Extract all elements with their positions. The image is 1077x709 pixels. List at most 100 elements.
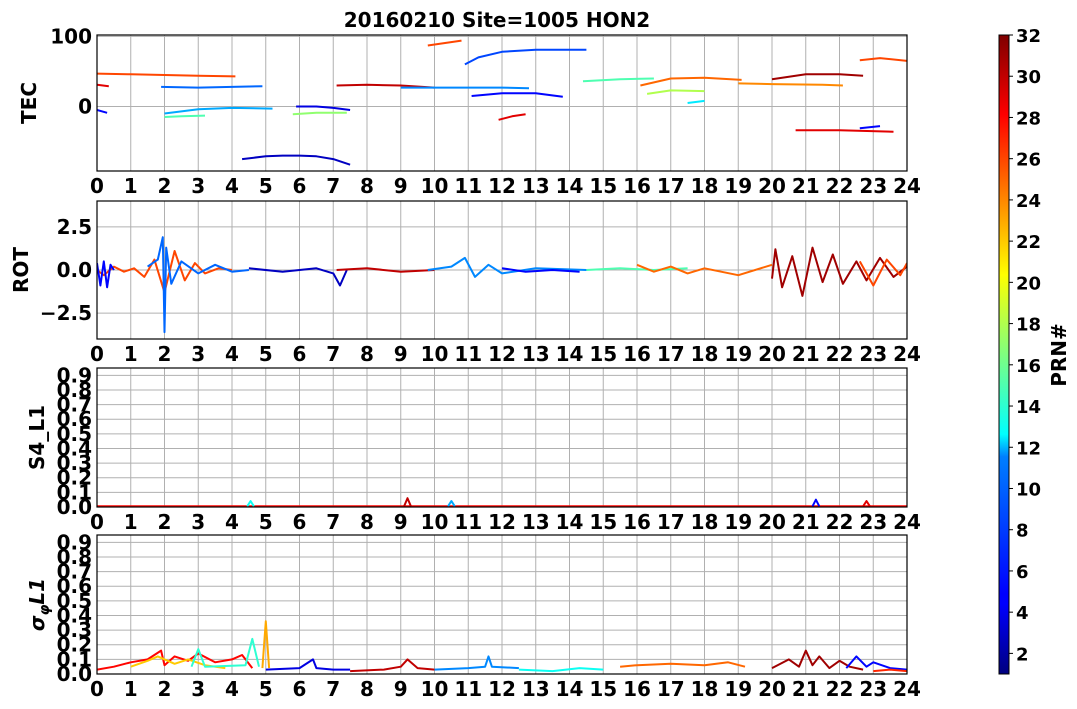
x-tick-label: 2 xyxy=(158,342,172,366)
colorbar-tick-label: 12 xyxy=(1016,438,1041,459)
y-axis-label-part: φ xyxy=(37,605,53,616)
x-tick-label: 24 xyxy=(893,342,921,366)
x-tick-label: 10 xyxy=(421,174,449,198)
x-tick-label: 0 xyxy=(90,677,104,701)
series-line-prn-15 xyxy=(582,77,654,83)
colorbar-tick-label: 28 xyxy=(1016,108,1041,129)
x-tick-label: 11 xyxy=(454,510,482,534)
x-tick-label: 15 xyxy=(589,510,617,534)
x-tick-label: 18 xyxy=(691,677,719,701)
x-tick-label: 13 xyxy=(522,677,550,701)
colorbar-tick-label: 24 xyxy=(1016,191,1041,212)
series-line-prn-30 xyxy=(336,267,435,273)
x-tick-label: 10 xyxy=(421,510,449,534)
x-tick-label: 2 xyxy=(158,510,172,534)
x-tick-label: 21 xyxy=(792,342,820,366)
series-line-prn-30 xyxy=(403,497,412,507)
series-line-prn-3 xyxy=(241,154,351,166)
y-axis-label: TEC xyxy=(17,82,41,124)
x-tick-label: 6 xyxy=(293,677,307,701)
colorbar-tick-label: 2 xyxy=(1016,644,1029,665)
x-tick-label: 21 xyxy=(792,174,820,198)
x-tick-label: 14 xyxy=(556,677,584,701)
x-tick-label: 18 xyxy=(691,174,719,198)
series-line-prn-7 xyxy=(464,48,587,66)
x-tick-label: 13 xyxy=(522,174,550,198)
x-tick-label: 24 xyxy=(893,174,921,198)
y-axis-label-part: σ xyxy=(25,615,49,631)
chart-figure: 20160210 Site=1005 HON2 0 1 2 3 4 5 6 7 8 9 10 11 12… xyxy=(9,8,1071,701)
x-tick-label: 1 xyxy=(124,174,138,198)
chart-title: 20160210 Site=1005 HON2 xyxy=(344,8,650,32)
series-line-prn-10 xyxy=(164,106,273,115)
y-axis-label: S4_L1 xyxy=(25,405,49,470)
colorbar-tick-label: 22 xyxy=(1016,232,1041,253)
x-tick-label: 9 xyxy=(394,174,408,198)
colorbar-tick-label: 32 xyxy=(1016,26,1041,47)
x-tick-label: 22 xyxy=(826,510,854,534)
x-tick-label: 12 xyxy=(488,510,516,534)
x-tick-label: 8 xyxy=(360,174,374,198)
x-tick-label: 5 xyxy=(259,510,273,534)
x-tick-label: 18 xyxy=(691,342,719,366)
x-tick-label: 20 xyxy=(758,677,786,701)
x-tick-label: 2 xyxy=(158,174,172,198)
panel-sigma: 0 1 2 3 4 5 6 7 8 9 10 11 12 13 14 15 16 17 18 19 20 21 22 23 24… xyxy=(25,530,921,701)
x-tick-label: 4 xyxy=(225,342,239,366)
series-line-prn-12 xyxy=(687,99,705,104)
x-tick-label: 23 xyxy=(859,677,887,701)
x-tick-label: 17 xyxy=(657,342,685,366)
series-line-prn-29 xyxy=(498,113,526,121)
series-line-prn-25 xyxy=(620,661,746,668)
series-line-prn-17 xyxy=(292,111,347,116)
colorbar-tick-label: 20 xyxy=(1016,273,1041,294)
x-tick-label: 12 xyxy=(488,677,516,701)
x-tick-label: 2 xyxy=(158,677,172,701)
series-line-prn-9 xyxy=(427,256,587,278)
x-tick-label: 3 xyxy=(191,342,205,366)
panel-tec: 0 1 2 3 4 5 6 7 8 9 10 11 12 13 14 15 16 17 18 19 20 21 22 23 24… xyxy=(17,24,921,198)
series-line-prn-5 xyxy=(97,260,115,289)
series-line-prn-31 xyxy=(771,649,864,671)
x-tick-label: 15 xyxy=(589,342,617,366)
x-tick-label: 8 xyxy=(360,677,374,701)
x-tick-label: 19 xyxy=(724,342,752,366)
x-tick-label: 17 xyxy=(657,677,685,701)
series-line-prn-29 xyxy=(795,129,894,133)
x-tick-label: 20 xyxy=(758,174,786,198)
x-tick-label: 6 xyxy=(293,510,307,534)
x-tick-label: 7 xyxy=(326,677,340,701)
x-tick-label: 9 xyxy=(394,342,408,366)
x-tick-label: 6 xyxy=(293,174,307,198)
x-tick-label: 11 xyxy=(454,342,482,366)
x-tick-label: 17 xyxy=(657,510,685,534)
x-tick-label: 17 xyxy=(657,174,685,198)
x-tick-label: 16 xyxy=(623,174,651,198)
x-tick-label: 3 xyxy=(191,677,205,701)
colorbar-label: PRN# xyxy=(1047,323,1071,387)
colorbar-tick-label: 8 xyxy=(1016,521,1029,542)
series-line-prn-25 xyxy=(640,76,742,87)
colorbar-tick-label: 4 xyxy=(1016,603,1029,624)
y-axis-label: ROT xyxy=(9,247,33,293)
x-tick-label: 21 xyxy=(792,510,820,534)
series-line-prn-4 xyxy=(265,658,351,671)
x-tick-label: 22 xyxy=(826,677,854,701)
x-tick-label: 14 xyxy=(556,510,584,534)
x-tick-label: 10 xyxy=(421,342,449,366)
x-tick-label: 24 xyxy=(893,677,921,701)
y-axis-label: σφL1 xyxy=(25,578,53,631)
x-tick-label: 23 xyxy=(859,510,887,534)
colorbar-tick-label: 16 xyxy=(1016,356,1041,377)
x-tick-label: 6 xyxy=(293,342,307,366)
x-tick-label: 1 xyxy=(124,677,138,701)
x-tick-label: 19 xyxy=(724,510,752,534)
x-tick-label: 5 xyxy=(259,342,273,366)
series-line-prn-26 xyxy=(97,72,236,78)
colorbar-ticks: 2468101214161820222426283032 xyxy=(1009,26,1041,665)
plot-panels: 0 1 2 3 4 5 6 7 8 9 10 11 12 13 14 15 16 17 18 19 20 21 22 23 24… xyxy=(9,24,921,701)
x-tick-label: 16 xyxy=(623,677,651,701)
colorbar-tick-label: 6 xyxy=(1016,562,1029,583)
x-tick-label: 23 xyxy=(859,342,887,366)
x-tick-label: 12 xyxy=(488,342,516,366)
